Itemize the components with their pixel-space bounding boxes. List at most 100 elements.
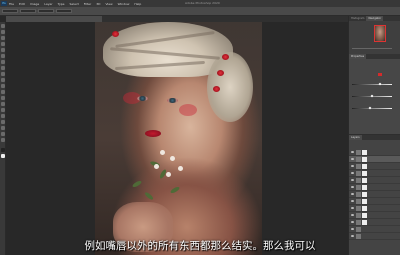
zoom-slider[interactable]: [352, 48, 392, 49]
flow-field[interactable]: [56, 9, 72, 13]
layers-tabs: Layers: [349, 135, 400, 140]
visibility-eye-icon[interactable]: [351, 221, 354, 223]
visibility-eye-icon[interactable]: [351, 186, 354, 188]
visibility-eye-icon[interactable]: [351, 179, 354, 181]
history-brush-tool-icon[interactable]: [0, 78, 5, 82]
visibility-eye-icon[interactable]: [351, 214, 354, 216]
path-select-tool-icon[interactable]: [0, 120, 5, 124]
background-color-swatch[interactable]: [0, 154, 5, 158]
move-tool-icon[interactable]: [0, 24, 5, 28]
menu-type[interactable]: Type: [58, 2, 65, 6]
dodge-tool-icon[interactable]: [0, 102, 5, 106]
hand-tool-icon[interactable]: [0, 132, 5, 136]
menu-image[interactable]: Image: [30, 2, 39, 6]
leaf: [143, 191, 155, 201]
type-tool-icon[interactable]: [0, 114, 5, 118]
tab-layers[interactable]: Layers: [349, 135, 362, 140]
clone-stamp-tool-icon[interactable]: [0, 72, 5, 76]
layer-row-selected[interactable]: [349, 156, 400, 163]
layers-panel: Layers: [349, 134, 400, 255]
options-bar: [0, 7, 400, 16]
menu-view[interactable]: View: [105, 2, 112, 6]
crop-tool-icon[interactable]: [0, 48, 5, 52]
healing-brush-tool-icon[interactable]: [0, 60, 5, 64]
menu-help[interactable]: Help: [134, 2, 141, 6]
visibility-eye-icon[interactable]: [351, 193, 354, 195]
marquee-tool-icon[interactable]: [0, 30, 5, 34]
visibility-eye-icon[interactable]: [351, 158, 354, 160]
zoom-tool-icon[interactable]: [0, 138, 5, 142]
layer-mask-thumbnail[interactable]: [362, 178, 367, 183]
layer-mask-thumbnail[interactable]: [362, 199, 367, 204]
eyedropper-tool-icon[interactable]: [0, 54, 5, 58]
red-color-indicator[interactable]: [378, 73, 382, 76]
menu-3d[interactable]: 3D: [96, 2, 100, 6]
layer-row[interactable]: [349, 198, 400, 205]
layer-row[interactable]: [349, 219, 400, 226]
layer-mask-thumbnail[interactable]: [362, 150, 367, 155]
mode-dropdown[interactable]: [20, 9, 36, 13]
visibility-eye-icon[interactable]: [351, 235, 354, 237]
layer-row[interactable]: [349, 163, 400, 170]
hue-slider[interactable]: [352, 84, 392, 85]
tab-histogram[interactable]: Histogram: [349, 16, 366, 21]
layer-thumbnail: [356, 150, 361, 155]
visibility-eye-icon[interactable]: [351, 207, 354, 209]
quick-select-tool-icon[interactable]: [0, 42, 5, 46]
layer-row[interactable]: [349, 191, 400, 198]
app-title: Adobe Photoshop 2020: [185, 1, 220, 5]
menu-filter[interactable]: Filter: [84, 2, 91, 6]
layer-mask-thumbnail[interactable]: [362, 157, 367, 162]
red-rose: [222, 54, 229, 60]
visibility-eye-icon[interactable]: [351, 151, 354, 153]
layer-thumbnail: [356, 157, 361, 162]
visibility-eye-icon[interactable]: [351, 228, 354, 230]
layer-row[interactable]: [349, 205, 400, 212]
photoshop-logo-icon: Ps: [1, 1, 7, 6]
tab-navigator[interactable]: Navigator: [366, 16, 384, 21]
eraser-tool-icon[interactable]: [0, 84, 5, 88]
properties-tabs: Properties: [349, 54, 400, 59]
layer-thumbnail: [356, 220, 361, 225]
visibility-eye-icon[interactable]: [351, 165, 354, 167]
shape-tool-icon[interactable]: [0, 126, 5, 130]
white-blossom: [160, 150, 165, 155]
opacity-field[interactable]: [38, 9, 54, 13]
menu-file[interactable]: File: [9, 2, 14, 6]
menu-layer[interactable]: Layer: [44, 2, 52, 6]
layer-thumbnail: [356, 206, 361, 211]
foreground-color-swatch[interactable]: [0, 148, 5, 152]
menu-window[interactable]: Window: [118, 2, 130, 6]
leaf: [169, 185, 181, 195]
layer-mask-thumbnail[interactable]: [362, 192, 367, 197]
brush-size-field[interactable]: [2, 9, 18, 13]
brush-tool-icon[interactable]: [0, 66, 5, 70]
lightness-slider[interactable]: [352, 108, 392, 109]
tab-properties[interactable]: Properties: [349, 54, 367, 59]
navigator-thumbnail[interactable]: [374, 25, 386, 42]
layer-row[interactable]: [349, 177, 400, 184]
layer-row[interactable]: [349, 184, 400, 191]
lasso-tool-icon[interactable]: [0, 36, 5, 40]
layer-mask-thumbnail[interactable]: [362, 164, 367, 169]
layer-mask-thumbnail[interactable]: [362, 206, 367, 211]
menu-edit[interactable]: Edit: [19, 2, 25, 6]
layer-row[interactable]: [349, 149, 400, 156]
layer-row[interactable]: [349, 212, 400, 219]
blur-tool-icon[interactable]: [0, 96, 5, 100]
layer-thumbnail: [356, 178, 361, 183]
portrait-image[interactable]: [95, 22, 262, 255]
layer-mask-thumbnail[interactable]: [362, 171, 367, 176]
layer-thumbnail: [356, 227, 361, 232]
layer-row[interactable]: [349, 170, 400, 177]
visibility-eye-icon[interactable]: [351, 200, 354, 202]
layer-mask-thumbnail[interactable]: [362, 185, 367, 190]
menu-select[interactable]: Select: [70, 2, 79, 6]
visibility-eye-icon[interactable]: [351, 172, 354, 174]
layer-mask-thumbnail[interactable]: [362, 220, 367, 225]
pen-tool-icon[interactable]: [0, 108, 5, 112]
layer-mask-thumbnail[interactable]: [362, 213, 367, 218]
layer-row[interactable]: [349, 226, 400, 233]
gradient-tool-icon[interactable]: [0, 90, 5, 94]
red-lips: [145, 130, 161, 137]
